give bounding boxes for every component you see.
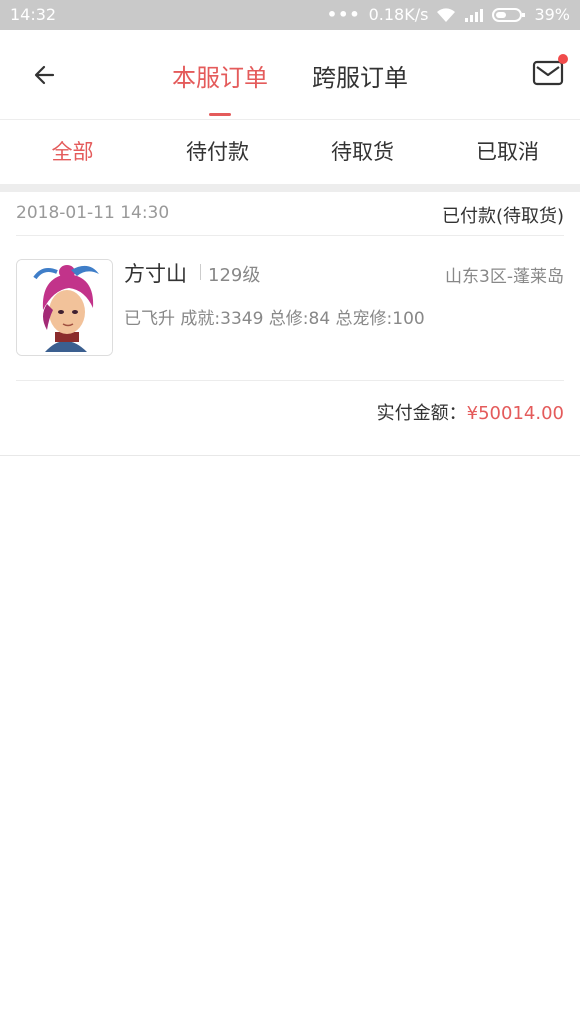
status-filter-tabs: 全部 待付款 待取货 已取消	[0, 120, 580, 184]
order-status: 已付款(待取货)	[441, 206, 564, 227]
wifi-icon	[436, 7, 456, 23]
mail-button[interactable]	[532, 54, 568, 90]
section-divider	[0, 184, 580, 192]
battery-percent: 39%	[534, 5, 570, 24]
status-indicators: ••• 0.18K/s 39%	[327, 5, 570, 24]
paid-amount-row: 实付金额：¥50014.00	[377, 399, 564, 425]
filter-pending-payment[interactable]: 待付款	[145, 120, 290, 184]
filter-cancelled[interactable]: 已取消	[435, 120, 580, 184]
tab-label: 本服订单	[172, 63, 268, 92]
paid-amount: ¥50014.00	[466, 403, 564, 424]
order-divider	[16, 380, 564, 381]
tab-cross-server-orders[interactable]: 跨服订单	[312, 30, 408, 120]
filter-all[interactable]: 全部	[0, 120, 145, 184]
notification-dot	[558, 54, 568, 64]
server-name: 山东3区-蓬莱岛	[445, 267, 564, 287]
filter-pending-pickup[interactable]: 待取货	[290, 120, 435, 184]
name-separator	[200, 264, 201, 280]
active-tab-indicator	[209, 113, 231, 116]
battery-icon	[492, 7, 526, 23]
order-type-tabs: 本服订单 跨服订单	[0, 30, 580, 120]
order-card[interactable]: 2018-01-11 14:30 已付款(待取货) 方寸山 129级 山东3区-…	[0, 192, 580, 456]
status-time: 14:32	[10, 5, 57, 24]
character-avatar	[16, 259, 113, 356]
order-time: 2018-01-11 14:30	[16, 203, 170, 223]
tab-label: 跨服订单	[312, 63, 408, 92]
network-speed: 0.18K/s	[368, 5, 429, 24]
dots-icon: •••	[326, 5, 361, 24]
order-header: 2018-01-11 14:30 已付款(待取货)	[16, 192, 564, 236]
character-school: 方寸山	[124, 262, 187, 286]
character-level: 129级	[208, 265, 261, 286]
status-bar: 14:32 ••• 0.18K/s 39%	[0, 0, 580, 30]
paid-label: 实付金额：	[376, 403, 467, 424]
tab-local-orders[interactable]: 本服订单	[172, 30, 268, 120]
header: 本服订单 跨服订单	[0, 30, 580, 120]
signal-icon	[464, 8, 484, 22]
character-stats: 已飞升 成就:3349 总修:84 总宠修:100	[124, 309, 425, 329]
